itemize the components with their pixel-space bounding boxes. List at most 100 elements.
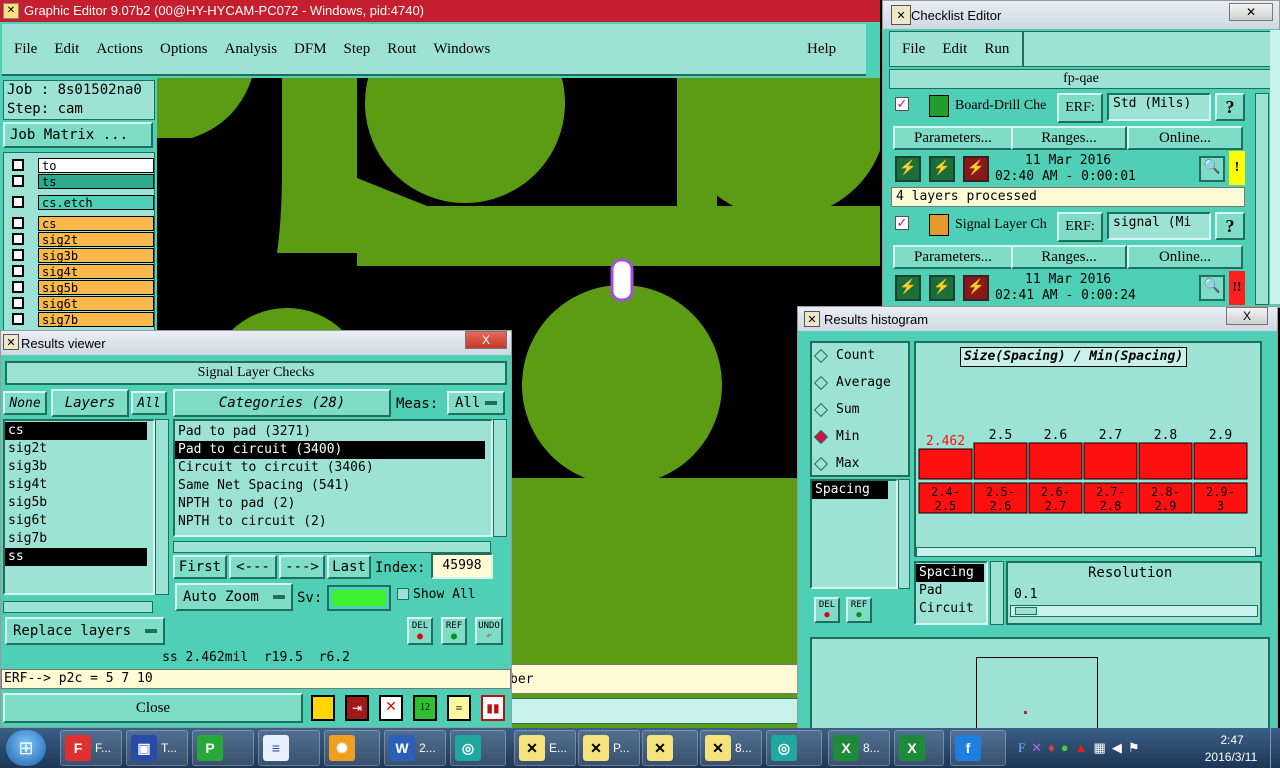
sv-color-dropdown[interactable]: [327, 585, 391, 611]
check-item-2-ranges-button[interactable]: Ranges...: [1011, 245, 1127, 269]
layer-checkbox[interactable]: [12, 265, 24, 277]
histogram-close-button[interactable]: X: [1226, 307, 1268, 325]
run-icon[interactable]: ⚡: [963, 156, 989, 182]
check-item-1-ranges-button[interactable]: Ranges...: [1011, 126, 1127, 150]
layer-checkbox[interactable]: [12, 297, 24, 309]
taskbar-item[interactable]: ◎: [450, 730, 506, 766]
metric-list-scrollbar[interactable]: [898, 479, 910, 589]
layer-list-scrollbar[interactable]: [155, 419, 169, 595]
tray-adobe-icon[interactable]: ▲: [1075, 740, 1088, 756]
show-desktop-button[interactable]: [1270, 728, 1280, 768]
run-icon[interactable]: ⚡: [895, 275, 921, 301]
layer-row-sig2t[interactable]: sig2t: [8, 231, 154, 247]
tray-f-icon[interactable]: F: [1018, 740, 1025, 756]
meas-dropdown[interactable]: All: [447, 391, 505, 415]
bottom-list-scrollbar[interactable]: [990, 561, 1004, 625]
layer-checkbox[interactable]: [12, 217, 24, 229]
taskbar-item[interactable]: ✺: [324, 730, 380, 766]
tray-antivirus-icon[interactable]: ●: [1061, 740, 1069, 756]
taskbar-item[interactable]: ✕ P...: [578, 730, 640, 766]
taskbar-item[interactable]: ✕: [642, 730, 698, 766]
taskbar-item[interactable]: F F...: [60, 730, 122, 766]
categories-button[interactable]: Categories (28): [173, 389, 391, 417]
auto-zoom-dropdown[interactable]: Auto Zoom: [175, 583, 293, 611]
check-item-1-help-button[interactable]: ?: [1215, 93, 1245, 121]
ref-button[interactable]: REF ●: [441, 617, 467, 645]
tray-volume-icon[interactable]: ◀: [1112, 740, 1122, 756]
histogram-bar[interactable]: [1028, 442, 1083, 480]
menu-options[interactable]: Options: [160, 41, 208, 58]
histogram-bar[interactable]: [1083, 442, 1138, 480]
tray-x-icon[interactable]: ✕: [1031, 740, 1042, 756]
tray-shield-icon[interactable]: ♦: [1048, 740, 1055, 756]
toolbar-icon-numbers[interactable]: 12: [413, 695, 437, 721]
check-item-1-online-button[interactable]: Online...: [1127, 126, 1243, 150]
check-item-2-name[interactable]: Signal Layer Ch: [955, 217, 1057, 233]
last-button[interactable]: Last: [327, 555, 371, 579]
list-item[interactable]: NPTH to pad (2): [175, 495, 485, 513]
layer-checkbox[interactable]: [12, 196, 24, 208]
menu-file[interactable]: File: [14, 41, 37, 58]
del-button[interactable]: DEL ●: [407, 617, 433, 645]
menu-rout[interactable]: Rout: [387, 41, 416, 58]
toolbar-icon-exit[interactable]: ⇥: [345, 695, 369, 721]
check-item-1-parameters-button[interactable]: Parameters...: [893, 126, 1013, 150]
menu-dfm[interactable]: DFM: [294, 41, 327, 58]
toolbar-icon-layer[interactable]: [311, 695, 335, 721]
menu-step[interactable]: Step: [344, 41, 371, 58]
radio-sum[interactable]: Sum: [813, 402, 859, 417]
radio-average[interactable]: Average: [813, 375, 891, 390]
list-item[interactable]: sig4t: [5, 476, 147, 494]
histogram-bar[interactable]: [973, 442, 1028, 480]
start-button[interactable]: ⊞: [6, 730, 46, 766]
run-icon[interactable]: ⚡: [929, 275, 955, 301]
close-button[interactable]: Close: [3, 693, 303, 723]
list-item[interactable]: Same Net Spacing (541): [175, 477, 485, 495]
job-matrix-button[interactable]: Job Matrix ...: [3, 122, 153, 148]
magnifier-icon[interactable]: 🔍: [1199, 156, 1225, 182]
histogram-hscrollbar[interactable]: [916, 547, 1256, 557]
first-button[interactable]: First: [173, 555, 227, 579]
radio-min[interactable]: Min: [813, 429, 859, 444]
layer-row-cs-etch[interactable]: cs.etch: [8, 194, 154, 210]
taskbar-item[interactable]: P: [192, 730, 254, 766]
menu-help[interactable]: Help: [807, 41, 836, 58]
replace-layers-dropdown[interactable]: Replace layers: [5, 617, 165, 645]
results-viewer-titlebar[interactable]: ✕ Results viewer X: [1, 331, 511, 355]
magnifier-icon[interactable]: 🔍: [1199, 275, 1225, 301]
taskbar-item[interactable]: X 8...: [828, 730, 890, 766]
layer-row-sig3b[interactable]: sig3b: [8, 247, 154, 263]
tray-flag-icon[interactable]: ⚑: [1128, 740, 1140, 756]
layer-row-to[interactable]: to: [8, 157, 154, 173]
layer-checkbox[interactable]: [12, 281, 24, 293]
layers-button[interactable]: Layers: [51, 389, 129, 417]
graphic-editor-titlebar[interactable]: ✕ Graphic Editor 9.07b2 (00@HY-HYCAM-PC0…: [0, 0, 880, 22]
layer-row-sig4t[interactable]: sig4t: [8, 263, 154, 279]
list-item[interactable]: NPTH to circuit (2): [175, 513, 485, 531]
list-item[interactable]: sig7b: [5, 530, 147, 548]
toolbar-icon-report[interactable]: ≡: [447, 695, 471, 721]
list-item[interactable]: Circuit to circuit (3406): [175, 459, 485, 477]
check-item-2-erf-value[interactable]: signal (Mi: [1107, 212, 1211, 240]
layer-list-hscrollbar[interactable]: [3, 601, 153, 613]
list-item[interactable]: sig5b: [5, 494, 147, 512]
prev-button[interactable]: <---: [229, 555, 277, 579]
histogram-bar[interactable]: [1138, 442, 1193, 480]
taskbar-item[interactable]: X: [894, 730, 944, 766]
next-button[interactable]: --->: [279, 555, 325, 579]
categories-hscrollbar[interactable]: [173, 541, 491, 553]
menu-edit[interactable]: Edit: [54, 41, 79, 58]
menu-windows[interactable]: Windows: [433, 41, 490, 58]
tray-network-icon[interactable]: ▦: [1094, 740, 1106, 756]
list-item[interactable]: sig6t: [5, 512, 147, 530]
clock-date[interactable]: 2016/3/11: [1194, 750, 1268, 764]
clock-time[interactable]: 2:47: [1202, 733, 1262, 747]
run-icon[interactable]: ⚡: [963, 275, 989, 301]
check-item-1-name[interactable]: Board-Drill Che: [955, 98, 1057, 114]
checklist-menu-file[interactable]: File: [902, 41, 925, 58]
checklist-scrollbar[interactable]: [1255, 93, 1269, 305]
list-item[interactable]: sig2t: [5, 440, 147, 458]
layer-row-sig6t[interactable]: sig6t: [8, 295, 154, 311]
check-item-2-online-button[interactable]: Online...: [1127, 245, 1243, 269]
layer-row-sig7b[interactable]: sig7b: [8, 311, 154, 327]
